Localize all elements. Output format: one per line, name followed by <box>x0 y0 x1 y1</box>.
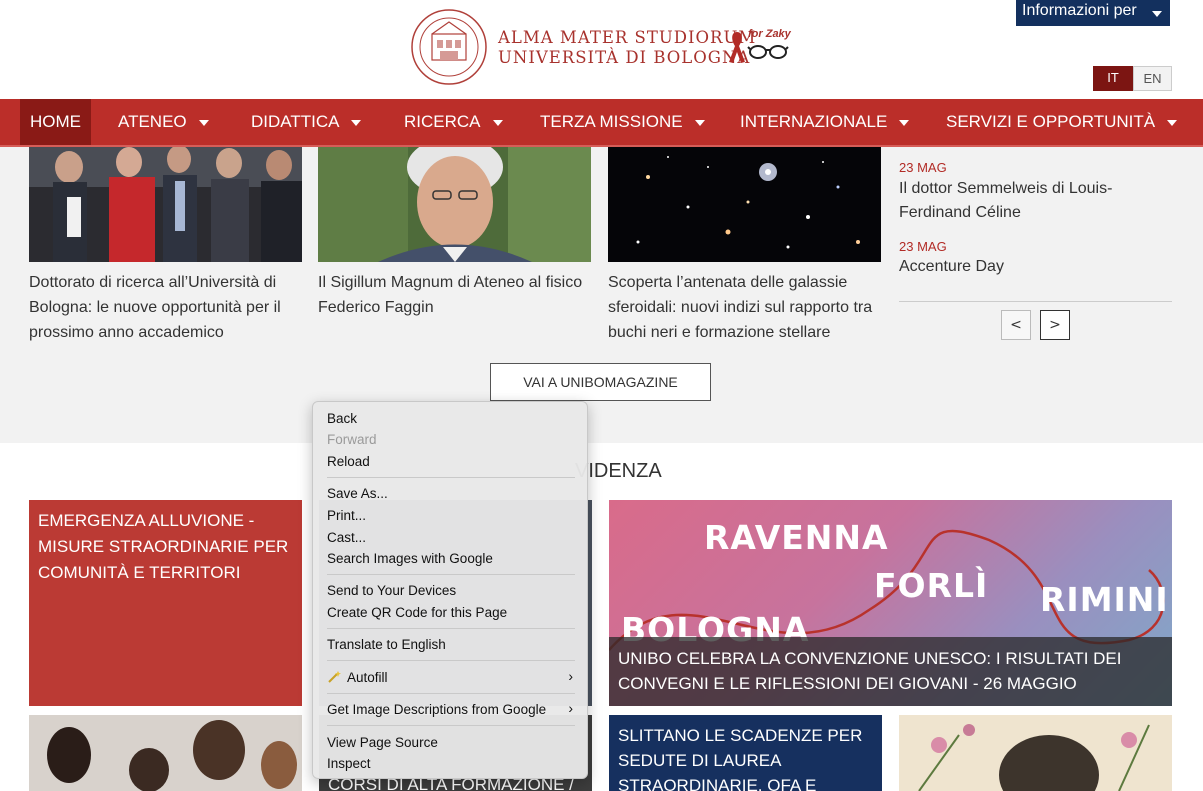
magic-wand-icon <box>328 671 341 683</box>
divider <box>899 301 1172 302</box>
chevron-down-icon <box>694 119 705 126</box>
site-header: ALMA MATER STUDIORUM UNIVERSITÀ DI BOLOG… <box>0 0 1203 99</box>
nav-item-home[interactable]: HOME <box>20 99 91 145</box>
nav-item-ricerca[interactable]: RICERCA <box>404 99 503 145</box>
nav-label: INTERNAZIONALE <box>740 112 888 131</box>
chevron-down-icon <box>492 119 503 126</box>
logo-line1: ALMA MATER STUDIORUM <box>498 28 757 47</box>
menu-item-search-images[interactable]: Search Images with Google <box>327 549 493 569</box>
menu-item-send-devices[interactable]: Send to Your Devices <box>327 581 456 601</box>
menu-item-inspect[interactable]: Inspect <box>327 754 371 774</box>
chevron-down-icon <box>1167 119 1178 126</box>
menu-separator <box>327 574 575 575</box>
main-nav: HOME ATENEO DIDATTICA RICERCA TERZA MISS… <box>0 99 1203 147</box>
next-button[interactable]: > <box>1040 310 1070 340</box>
menu-separator <box>327 693 575 694</box>
news-image-galaxies[interactable] <box>608 147 881 262</box>
menu-item-autofill[interactable]: Autofill <box>327 668 388 688</box>
lang-it-button[interactable]: IT <box>1093 66 1133 91</box>
logo-line2: UNIVERSITÀ DI BOLOGNA <box>498 48 751 67</box>
nav-label: TERZA MISSIONE <box>540 112 683 131</box>
info-per-label: Informazioni per <box>1022 2 1137 19</box>
unibomagazine-button[interactable]: VAI A UNIBOMAGAZINE <box>490 363 711 401</box>
graduates-photo <box>29 147 302 262</box>
nav-label: RICERCA <box>404 112 481 131</box>
chevron-right-icon: > <box>1049 317 1061 333</box>
news-section: Dottorato di ricerca all’Università di B… <box>0 147 1203 443</box>
news-caption-1[interactable]: Dottorato di ricerca all’Università di B… <box>29 270 302 345</box>
menu-item-image-descriptions[interactable]: Get Image Descriptions from Google <box>327 700 546 720</box>
nav-label: DIDATTICA <box>251 112 340 131</box>
menu-item-autofill-label: Autofill <box>347 670 388 685</box>
card-scadenze-text: SLITTANO LE SCADENZE PER SEDUTE DI LAURE… <box>618 726 863 791</box>
galaxies-photo <box>608 147 881 262</box>
card-portrait[interactable] <box>899 715 1172 791</box>
event-date-1: 23 MAG <box>899 160 947 175</box>
menu-separator <box>327 628 575 629</box>
menu-item-reload[interactable]: Reload <box>327 452 370 472</box>
nav-item-terza-missione[interactable]: TERZA MISSIONE <box>540 99 705 145</box>
ribbon-icon <box>729 32 745 63</box>
menu-separator <box>327 477 575 478</box>
context-menu: Back Forward Reload Save As... Print... … <box>312 401 588 779</box>
menu-separator <box>327 660 575 661</box>
nav-label: ATENEO <box>118 112 187 131</box>
card-unesco[interactable]: RAVENNA FORLÌ RIMINI BOLOGNA UNIBO CELEB… <box>609 500 1172 706</box>
faggin-photo <box>318 147 591 262</box>
university-seal-icon[interactable] <box>410 8 488 86</box>
event-title-1[interactable]: Il dottor Semmelweis di Louis-Ferdinand … <box>899 177 1164 225</box>
menu-item-print[interactable]: Print... <box>327 506 366 526</box>
city-ravenna: RAVENNA <box>704 518 889 557</box>
city-rimini: RIMINI <box>1040 580 1169 619</box>
chevron-down-icon <box>198 119 209 126</box>
for-zaky-tag: for Zaky <box>748 28 791 40</box>
nav-label: HOME <box>30 112 81 131</box>
news-image-faggin[interactable] <box>318 147 591 262</box>
chevron-down-icon <box>899 119 910 126</box>
card-alluvione[interactable]: EMERGENZA ALLUVIONE - MISURE STRAORDINAR… <box>29 500 302 706</box>
event-title-2[interactable]: Accenture Day <box>899 255 1164 279</box>
news-image-graduates[interactable] <box>29 147 302 262</box>
university-name[interactable]: ALMA MATER STUDIORUM UNIVERSITÀ DI BOLOG… <box>498 28 756 68</box>
event-date-2: 23 MAG <box>899 239 947 254</box>
chevron-down-icon <box>351 119 362 126</box>
floral-portrait-image <box>899 715 1172 791</box>
chevron-right-icon: › <box>568 700 573 716</box>
menu-item-forward: Forward <box>327 432 377 447</box>
students-photo <box>29 715 302 791</box>
card-alluvione-text: EMERGENZA ALLUVIONE - MISURE STRAORDINAR… <box>38 511 289 582</box>
prev-button[interactable]: < <box>1001 310 1031 340</box>
news-caption-3[interactable]: Scoperta l’antenata delle galassie sfero… <box>608 270 881 345</box>
lang-en-button[interactable]: EN <box>1133 66 1172 91</box>
news-caption-2[interactable]: Il Sigillum Magnum di Ateneo al fisico F… <box>318 270 591 320</box>
info-per-dropdown[interactable]: Informazioni per <box>1016 0 1170 26</box>
nav-item-internazionale[interactable]: INTERNAZIONALE <box>740 99 910 145</box>
city-forli: FORLÌ <box>874 566 989 605</box>
menu-item-view-source[interactable]: View Page Source <box>327 733 438 753</box>
chevron-down-icon <box>1152 11 1162 17</box>
nav-label: SERVIZI E OPPORTUNITÀ <box>946 112 1156 131</box>
menu-item-cast[interactable]: Cast... <box>327 528 366 548</box>
glasses-icon <box>747 45 789 59</box>
card-photo-students[interactable] <box>29 715 302 791</box>
nav-item-servizi[interactable]: SERVIZI E OPPORTUNITÀ <box>946 99 1178 145</box>
menu-item-translate[interactable]: Translate to English <box>327 635 446 655</box>
chevron-left-icon: < <box>1010 317 1022 333</box>
menu-item-back[interactable]: Back <box>327 409 357 429</box>
section-title-evidenza: VIDENZA <box>575 460 662 482</box>
card-scadenze[interactable]: SLITTANO LE SCADENZE PER SEDUTE DI LAURE… <box>609 715 882 791</box>
chevron-right-icon: › <box>568 668 573 684</box>
nav-item-ateneo[interactable]: ATENEO <box>118 99 209 145</box>
menu-separator <box>327 725 575 726</box>
menu-item-qr-code[interactable]: Create QR Code for this Page <box>327 603 507 623</box>
nav-item-didattica[interactable]: DIDATTICA <box>251 99 362 145</box>
menu-item-save-as[interactable]: Save As... <box>327 484 388 504</box>
card-unesco-caption: UNIBO CELEBRA LA CONVENZIONE UNESCO: I R… <box>609 637 1172 706</box>
